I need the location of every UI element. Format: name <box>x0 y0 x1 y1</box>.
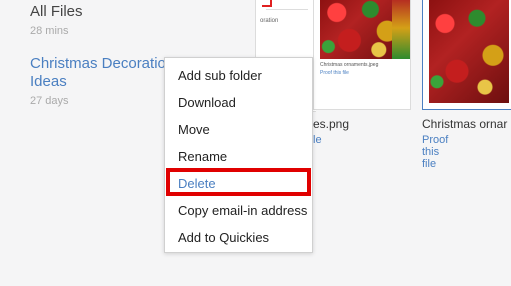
file-card-thumbnail[interactable]: Christmas ornaments.jpeg Proof this file <box>313 0 411 110</box>
ornaments-thumbnail-image <box>429 0 509 103</box>
divider <box>266 9 308 10</box>
menu-item-add-to-quickies[interactable]: Add to Quickies <box>178 230 269 246</box>
menu-item-add-sub-folder[interactable]: Add sub folder <box>178 68 262 84</box>
thumbnail-text: oration <box>260 18 279 24</box>
menu-item-copy-email-in-address[interactable]: Copy email-in address <box>178 203 307 219</box>
folder-name: Christmas Decoration Ideas <box>30 55 175 90</box>
thumbnail-strip <box>392 0 410 59</box>
folder-modified-time: 28 mins <box>30 25 69 37</box>
folder-item-all-files[interactable]: All Files 28 mins <box>30 3 83 37</box>
proof-this-file-link[interactable]: Proof this file <box>422 134 448 170</box>
file-card-selected[interactable] <box>422 0 511 110</box>
folder-item-christmas-decoration-ideas[interactable]: Christmas Decoration Ideas 27 days <box>30 55 180 107</box>
menu-item-download[interactable]: Download <box>178 95 236 111</box>
context-menu: Add sub folder Download Move Rename Dele… <box>164 57 313 253</box>
thumbnail-fragment <box>262 0 272 7</box>
menu-item-move[interactable]: Move <box>178 122 210 138</box>
menu-item-delete[interactable]: Delete <box>178 176 216 192</box>
file-name[interactable]: Christmas ornar <box>422 117 507 131</box>
thumbnail-proof-link[interactable]: Proof this file <box>320 70 349 76</box>
proof-this-file-link[interactable]: le <box>313 134 322 146</box>
file-name[interactable]: es.png <box>313 117 349 131</box>
menu-item-rename[interactable]: Rename <box>178 149 227 165</box>
folder-name: All Files <box>30 3 83 20</box>
thumbnail-caption: Christmas ornaments.jpeg <box>320 62 379 68</box>
folder-modified-time: 27 days <box>30 95 69 107</box>
